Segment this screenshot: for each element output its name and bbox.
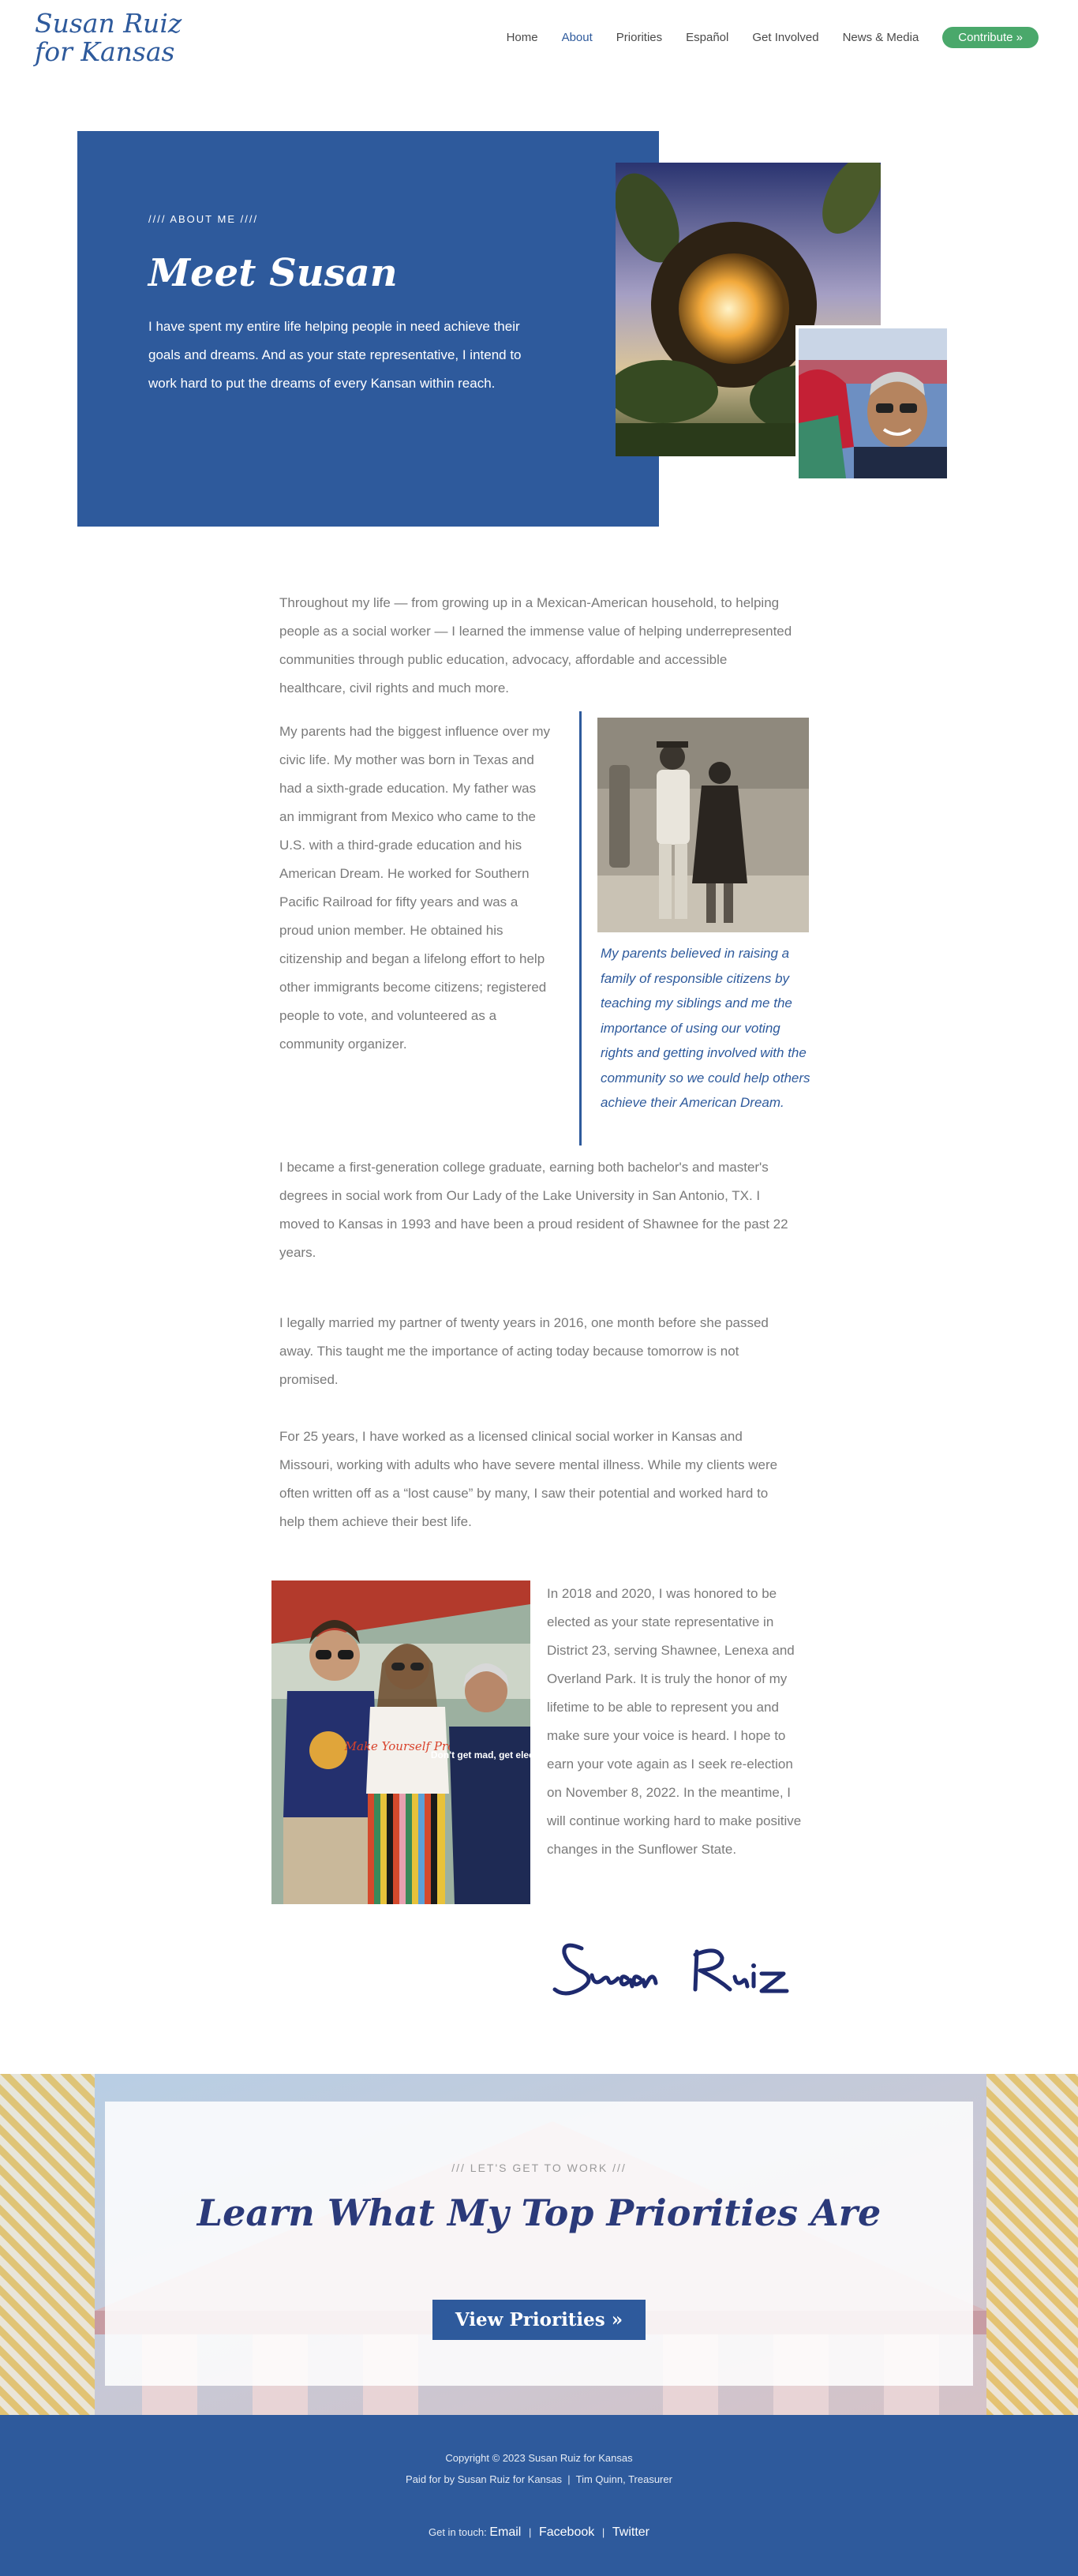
career-paragraph: For 25 years, I have worked as a license… — [279, 1429, 778, 1529]
selfie-photo — [795, 325, 950, 482]
intro-paragraph: Throughout my life — from growing up in … — [279, 595, 792, 696]
footer-twitter-link[interactable]: Twitter — [612, 2525, 649, 2539]
hero-title: Meet Susan — [148, 251, 398, 295]
nav-get-involved[interactable]: Get Involved — [752, 31, 818, 44]
nav-priorities[interactable]: Priorities — [616, 31, 662, 44]
contribute-button[interactable]: Contribute » — [942, 27, 1039, 48]
hero-eyebrow: //// ABOUT ME //// — [148, 213, 259, 225]
parents-paragraph: My parents had the biggest influence ove… — [279, 724, 551, 1052]
hero-text: I have spent my entire life helping peop… — [148, 319, 522, 391]
footer-facebook-link[interactable]: Facebook — [539, 2525, 594, 2539]
footer-get-in-touch: Get in touch: — [428, 2526, 487, 2538]
marriage-paragraph: I legally married my partner of twenty y… — [279, 1315, 769, 1387]
footer-separator: | — [601, 2526, 605, 2538]
group-photo: Make Yourself Proud Don't get mad, get e… — [271, 1580, 530, 1904]
site-logo[interactable]: Susan Ruiz for Kansas — [35, 9, 182, 66]
nav-news-media[interactable]: News & Media — [843, 31, 919, 44]
main-nav: Home About Priorities Español Get Involv… — [483, 27, 1039, 48]
cta-eyebrow: /// LET'S GET TO WORK /// — [451, 2162, 627, 2174]
signature — [548, 1934, 801, 2005]
footer-email-link[interactable]: Email — [489, 2525, 521, 2539]
logo-line-2: for Kansas — [35, 36, 175, 67]
cta-title: Learn What My Top Priorities Are — [197, 2192, 881, 2234]
right-shirt-text: Don't get mad, get elected. — [431, 1749, 530, 1760]
site-header: Susan Ruiz for Kansas Home About Priorit… — [0, 0, 1078, 75]
footer-copyright: Copyright © 2023 Susan Ruiz for Kansas — [445, 2452, 633, 2464]
logo-line-1: Susan Ruiz — [35, 8, 182, 39]
footer-paid-for: Paid for by Susan Ruiz for Kansas | Tim … — [406, 2473, 672, 2485]
footer-separator: | — [528, 2526, 532, 2538]
view-priorities-button[interactable]: View Priorities » — [432, 2300, 646, 2340]
cta-card — [105, 2102, 973, 2386]
quote-divider — [579, 711, 582, 1146]
nav-home[interactable]: Home — [507, 31, 538, 44]
nav-espanol[interactable]: Español — [686, 31, 728, 44]
site-footer: Copyright © 2023 Susan Ruiz for Kansas P… — [0, 2415, 1078, 2576]
education-paragraph: I became a first-generation college grad… — [279, 1160, 788, 1260]
election-paragraph: In 2018 and 2020, I was honored to be el… — [547, 1586, 802, 1857]
footer-contact: Get in touch: Email | Facebook | Twitter — [0, 2525, 1078, 2540]
nav-about[interactable]: About — [562, 31, 593, 44]
pull-quote: My parents believed in raising a family … — [601, 946, 810, 1110]
parents-photo — [597, 718, 809, 932]
